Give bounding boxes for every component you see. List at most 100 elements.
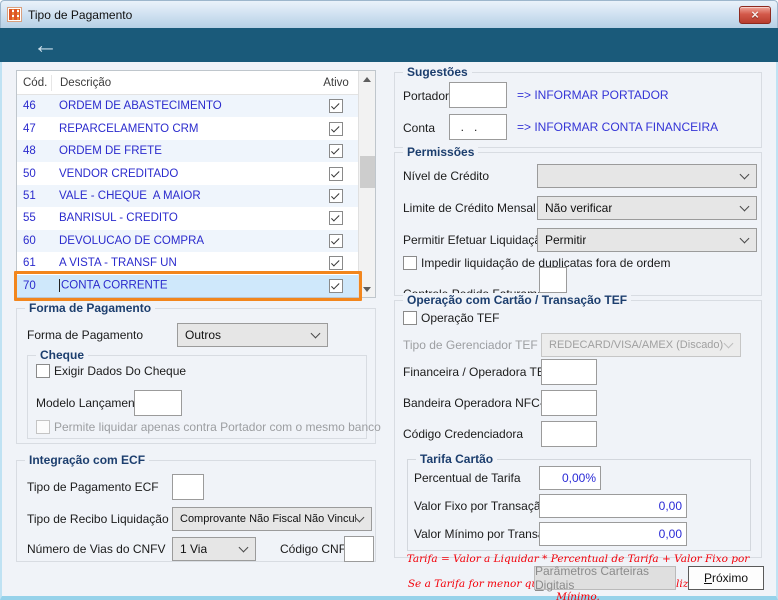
row-cod: 48: [23, 145, 36, 158]
tipo-pagamento-ecf-input[interactable]: [172, 474, 204, 500]
nivel-credito-select[interactable]: [537, 164, 757, 188]
table-row[interactable]: 70 CONTA CORRENTE: [17, 274, 358, 297]
table-row[interactable]: 61 A VISTA - TRANSF UN: [17, 252, 358, 274]
header-descricao[interactable]: Descrição: [51, 74, 314, 91]
table-row[interactable]: 60 DEVOLUCAO DE COMPRA: [17, 229, 358, 253]
financeira-tef-input[interactable]: [541, 359, 597, 385]
row-ativo-cell: [314, 99, 358, 114]
row-descricao: VALE - CHEQUE A MAIOR: [59, 189, 201, 202]
ativo-checkbox[interactable]: [329, 144, 343, 159]
chevron-down-icon: [723, 338, 734, 349]
chevron-down-icon: [739, 201, 750, 212]
row-cod: 55: [23, 212, 36, 225]
table-row[interactable]: 55 BANRISUL - CREDITO: [17, 207, 358, 229]
row-descricao: ORDEM DE FRETE: [59, 145, 162, 158]
group-forma-pagamento: Forma de Pagamento Forma de Pagamento Ou…: [16, 301, 381, 444]
table-row[interactable]: 51 VALE - CHEQUE A MAIOR: [17, 184, 358, 208]
numero-vias-label: Número de Vias do CNFV: [27, 542, 166, 556]
window-title: Tipo de Pagamento: [28, 7, 133, 22]
header-ativo[interactable]: Ativo: [314, 77, 358, 89]
ativo-checkbox[interactable]: [329, 188, 343, 203]
row-ativo-cell: [314, 256, 358, 271]
group-title: Forma de Pagamento: [25, 301, 156, 315]
parametros-carteiras-button[interactable]: Parâmetros Carteiras Digitais: [534, 564, 676, 592]
row-ativo-cell: [314, 211, 358, 226]
forma-pagamento-label: Forma de Pagamento: [27, 328, 144, 342]
group-title: Operação com Cartão / Transação TEF: [403, 293, 632, 307]
credenciadora-label: Código Credenciadora: [403, 427, 524, 441]
chevron-down-icon: [739, 169, 750, 180]
row-descricao: REPARCELAMENTO CRM: [59, 122, 199, 135]
group-title: Integração com ECF: [25, 453, 150, 467]
conta-label: Conta: [403, 120, 436, 135]
titlebar: Tipo de Pagamento ×: [0, 0, 778, 28]
group-integracao-ecf: Integração com ECF Tipo de Pagamento ECF…: [16, 453, 376, 562]
ativo-checkbox[interactable]: [329, 278, 343, 293]
table-row[interactable]: 50 VENDOR CREDITADO: [17, 162, 358, 184]
impedir-liquidacao-checkbox[interactable]: [403, 256, 417, 270]
back-arrow-icon[interactable]: ←: [33, 32, 58, 58]
operacao-tef-checkbox[interactable]: [403, 311, 417, 325]
bandeira-nfce-input[interactable]: [541, 390, 597, 416]
proximo-button[interactable]: Próximo: [688, 566, 764, 590]
forma-pagamento-select[interactable]: Outros: [177, 323, 328, 347]
percentual-tarifa-input[interactable]: [539, 466, 601, 490]
percentual-tarifa-label: Percentual de Tarifa: [414, 471, 521, 485]
scrollbar-thumb[interactable]: [360, 156, 375, 188]
close-button[interactable]: ×: [739, 5, 771, 24]
check-icon: [331, 235, 340, 245]
check-icon: [331, 280, 340, 290]
gerenciador-tef-label: Tipo de Gerenciador TEF: [403, 338, 538, 352]
controle-pedido-input[interactable]: [539, 267, 567, 293]
valor-fixo-input[interactable]: [539, 494, 687, 518]
ativo-checkbox[interactable]: [329, 166, 343, 181]
check-icon: [331, 146, 340, 155]
tipo-pagamento-ecf-label: Tipo de Pagamento ECF: [27, 480, 159, 494]
table-row[interactable]: 48 ORDEM DE FRETE: [17, 139, 358, 163]
numero-vias-select[interactable]: 1 Via: [172, 537, 256, 561]
scroll-up-icon[interactable]: [359, 71, 375, 87]
valor-fixo-label: Valor Fixo por Transação: [414, 499, 548, 513]
portador-label: Portador: [403, 88, 450, 103]
check-icon: [331, 123, 340, 133]
valor-minimo-input[interactable]: [539, 522, 687, 546]
row-descricao: DEVOLUCAO DE COMPRA: [59, 234, 205, 247]
modelo-lancamento-input[interactable]: [134, 390, 182, 416]
group-tarifa-cartao: Tarifa Cartão Percentual de Tarifa Valor…: [407, 452, 751, 551]
ativo-checkbox[interactable]: [329, 211, 343, 226]
payment-type-table: Cód. Descrição Ativo 46 ORDEM DE ABASTECI…: [14, 70, 376, 301]
group-title: Cheque: [36, 348, 89, 362]
conta-input[interactable]: [449, 114, 507, 140]
row-cod: 61: [23, 257, 36, 270]
portador-input[interactable]: [449, 82, 507, 108]
operacao-tef-label: Operação TEF: [421, 311, 500, 325]
row-descricao: ORDEM DE ABASTECIMENTO: [59, 100, 222, 113]
table-row[interactable]: 47 REPARCELAMENTO CRM: [17, 117, 358, 139]
scroll-down-icon[interactable]: [359, 281, 375, 297]
row-descricao: A VISTA - TRANSF UN: [59, 257, 177, 270]
permite-liquidar-checkbox[interactable]: [36, 420, 50, 434]
credenciadora-input[interactable]: [541, 421, 597, 447]
table-row[interactable]: 46 ORDEM DE ABASTECIMENTO: [17, 95, 358, 118]
row-descricao: BANRISUL - CREDITO: [59, 212, 178, 225]
ativo-checkbox[interactable]: [329, 233, 343, 248]
group-title: Permissões: [403, 145, 479, 159]
table-scrollbar[interactable]: [358, 71, 375, 297]
check-icon: [331, 258, 340, 267]
check-icon: [331, 213, 340, 222]
row-descricao: VENDOR CREDITADO: [59, 167, 179, 180]
permitir-liquidacao-label: Permitir Efetuar Liquidação: [403, 233, 548, 247]
limite-credito-label: Limite de Crédito Mensal: [403, 201, 536, 215]
limite-credito-select[interactable]: Não verificar: [537, 196, 757, 220]
ativo-checkbox[interactable]: [329, 99, 343, 114]
tipo-recibo-select[interactable]: Comprovante Não Fiscal Não Vinculado: [172, 507, 372, 531]
exigir-dados-checkbox[interactable]: [36, 364, 50, 378]
permitir-liquidacao-select[interactable]: Permitir: [537, 228, 757, 252]
ativo-checkbox[interactable]: [329, 256, 343, 271]
gerenciador-tef-select[interactable]: REDECARD/VISA/AMEX (Discado): [541, 333, 741, 357]
ativo-checkbox[interactable]: [329, 121, 343, 136]
header-cod[interactable]: Cód.: [17, 77, 51, 89]
nivel-credito-label: Nível de Crédito: [403, 169, 490, 183]
group-title: Tarifa Cartão: [416, 452, 498, 466]
codigo-cnfv-input[interactable]: [344, 536, 374, 562]
